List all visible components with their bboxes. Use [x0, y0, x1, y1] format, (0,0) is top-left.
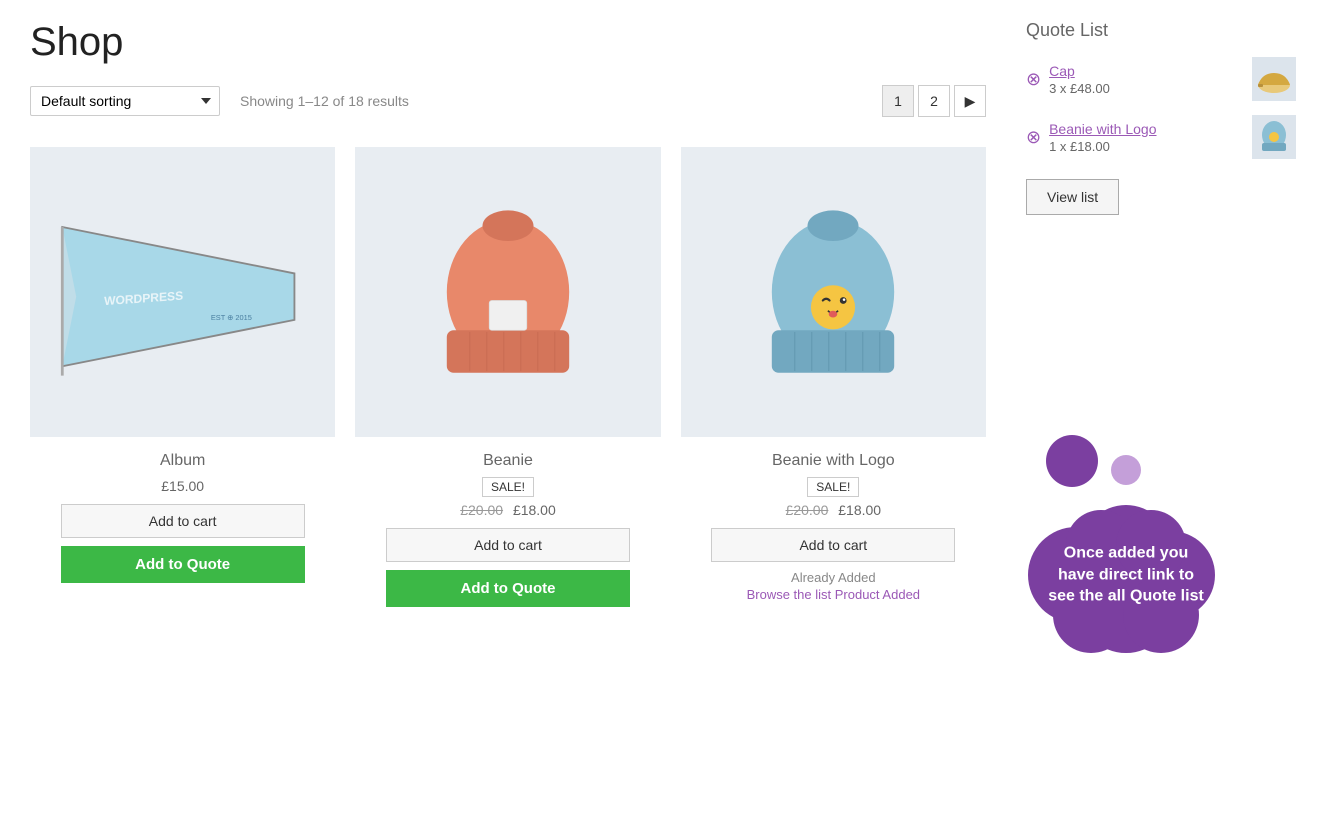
sale-badge-beanie: SALE! — [482, 477, 534, 497]
original-price-beanie: £20.00 — [460, 502, 503, 518]
quote-item-beanie-logo-thumb — [1252, 115, 1296, 159]
results-count: Showing 1–12 of 18 results — [240, 93, 409, 109]
sidebar: Quote List ⊗ Cap 3 x £48.00 — [1006, 20, 1296, 613]
product-image-album: WORDPRESS EST ⊕ 2015 — [30, 147, 335, 437]
add-to-quote-beanie[interactable]: Add to Quote — [386, 570, 630, 607]
sale-price-beanie: £18.00 — [513, 502, 556, 518]
add-to-cart-album[interactable]: Add to cart — [61, 504, 305, 538]
deco-circle-large — [1046, 435, 1098, 487]
deco-circle-small — [1111, 455, 1141, 485]
cloud-bubble-text: Once added you have direct link to see t… — [1044, 543, 1209, 608]
original-price-beanie-logo: £20.00 — [786, 502, 829, 518]
main-content: Shop Default sorting Sort by popularity … — [30, 20, 1006, 613]
add-to-cart-beanie[interactable]: Add to cart — [386, 528, 630, 562]
svg-text:EST ⊕ 2015: EST ⊕ 2015 — [211, 313, 252, 322]
quote-item-cap: ⊗ Cap 3 x £48.00 — [1026, 57, 1296, 101]
products-grid: WORDPRESS EST ⊕ 2015 Album £15.00 Add to… — [30, 147, 986, 613]
quote-item-beanie-logo-info: Beanie with Logo 1 x £18.00 — [1049, 121, 1244, 154]
quote-item-cap-thumb — [1252, 57, 1296, 101]
browse-list-link[interactable]: Browse the list Product Added — [747, 587, 920, 602]
quote-list-title: Quote List — [1026, 20, 1296, 41]
quote-item-cap-info: Cap 3 x £48.00 — [1049, 63, 1244, 96]
sale-price-beanie-logo: £18.00 — [838, 502, 881, 518]
product-price-beanie-logo: £20.00 £18.00 — [786, 502, 882, 518]
quote-item-cap-qty: 3 x £48.00 — [1049, 81, 1244, 96]
sale-badge-beanie-logo: SALE! — [807, 477, 859, 497]
add-to-quote-album[interactable]: Add to Quote — [61, 546, 305, 583]
quote-item-beanie-logo-name[interactable]: Beanie with Logo — [1049, 121, 1244, 137]
page-title: Shop — [30, 20, 986, 65]
page-2-link[interactable]: 2 — [918, 85, 950, 117]
remove-beanie-logo-icon[interactable]: ⊗ — [1026, 127, 1041, 148]
shop-toolbar: Default sorting Sort by popularity Sort … — [30, 85, 986, 117]
product-price-beanie: £20.00 £18.00 — [460, 502, 556, 518]
quote-item-cap-name[interactable]: Cap — [1049, 63, 1244, 79]
page-1-link[interactable]: 1 — [882, 85, 914, 117]
remove-cap-icon[interactable]: ⊗ — [1026, 69, 1041, 90]
sort-select[interactable]: Default sorting Sort by popularity Sort … — [30, 86, 220, 116]
pagination: 1 2 ▶ — [882, 85, 986, 117]
product-card-beanie: Beanie SALE! £20.00 £18.00 Add to cart A… — [355, 147, 660, 613]
quote-items: ⊗ Cap 3 x £48.00 — [1026, 57, 1296, 159]
view-list-button[interactable]: View list — [1026, 179, 1119, 215]
add-to-cart-beanie-logo[interactable]: Add to cart — [711, 528, 955, 562]
cloud-bubble: Once added you have direct link to see t… — [1016, 485, 1236, 665]
page-next-link[interactable]: ▶ — [954, 85, 986, 117]
already-added-text: Already Added — [791, 570, 876, 585]
product-name-beanie: Beanie — [483, 452, 533, 470]
product-image-beanie-logo — [681, 147, 986, 437]
product-name-beanie-logo: Beanie with Logo — [772, 452, 895, 470]
product-image-beanie — [355, 147, 660, 437]
product-price-album: £15.00 — [161, 478, 204, 494]
quote-item-beanie-logo: ⊗ Beanie with Logo 1 x £18.00 — [1026, 115, 1296, 159]
quote-item-beanie-logo-qty: 1 x £18.00 — [1049, 139, 1244, 154]
product-name-album: Album — [160, 452, 205, 470]
product-card-album: WORDPRESS EST ⊕ 2015 Album £15.00 Add to… — [30, 147, 335, 613]
product-card-beanie-logo: Beanie with Logo SALE! £20.00 £18.00 Add… — [681, 147, 986, 613]
